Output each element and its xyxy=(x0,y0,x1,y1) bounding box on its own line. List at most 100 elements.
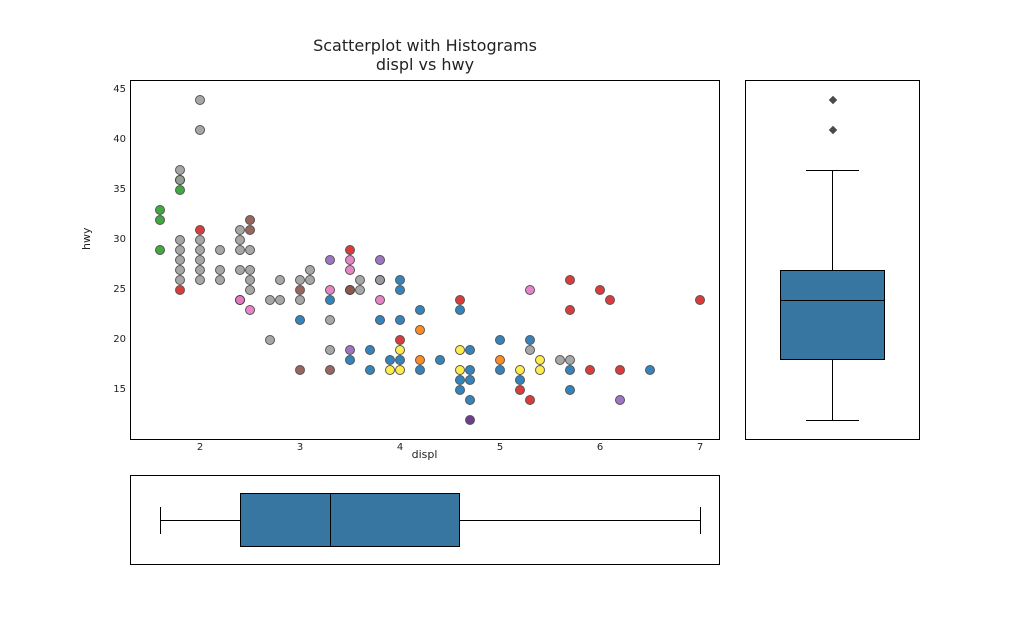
scatter-point xyxy=(535,365,545,375)
scatter-point xyxy=(235,245,245,255)
scatter-point xyxy=(195,235,205,245)
chart-title: Scatterplot with Histograms xyxy=(130,36,720,55)
scatter-point xyxy=(345,265,355,275)
scatter-point xyxy=(455,295,465,305)
scatter-point xyxy=(325,365,335,375)
scatter-point xyxy=(295,295,305,305)
scatter-point xyxy=(245,215,255,225)
scatter-point xyxy=(175,235,185,245)
scatter-point xyxy=(245,265,255,275)
scatter-point xyxy=(245,245,255,255)
scatter-point xyxy=(415,325,425,335)
scatter-point xyxy=(465,395,475,405)
scatter-point xyxy=(305,275,315,285)
scatter-point xyxy=(385,365,395,375)
scatter-point xyxy=(595,285,605,295)
scatter-point xyxy=(155,215,165,225)
scatter-point xyxy=(515,375,525,385)
scatter-point xyxy=(525,395,535,405)
scatter-point xyxy=(415,305,425,315)
scatter-point xyxy=(245,225,255,235)
x-tick: 3 xyxy=(285,442,315,453)
scatter-point xyxy=(395,345,405,355)
scatter-point xyxy=(195,275,205,285)
scatter-point xyxy=(565,355,575,365)
scatter-point xyxy=(155,205,165,215)
scatter-point xyxy=(565,275,575,285)
scatter-point xyxy=(175,285,185,295)
scatter-point xyxy=(345,345,355,355)
scatter-point xyxy=(275,275,285,285)
y-tick: 40 xyxy=(86,134,126,145)
box-hwy-cap xyxy=(806,170,859,171)
scatter-point xyxy=(605,295,615,305)
scatter-point xyxy=(265,295,275,305)
scatter-point xyxy=(385,355,395,365)
scatter-point xyxy=(455,385,465,395)
scatter-point xyxy=(565,365,575,375)
scatter-point xyxy=(175,255,185,265)
scatter-point xyxy=(585,365,595,375)
scatter-point xyxy=(245,305,255,315)
scatter-point xyxy=(525,285,535,295)
scatter-point xyxy=(325,345,335,355)
scatter-point xyxy=(515,365,525,375)
box-displ-whisker xyxy=(460,520,700,521)
box-displ-body xyxy=(240,493,460,547)
scatter-point xyxy=(565,305,575,315)
x-tick: 6 xyxy=(585,442,615,453)
scatter-point xyxy=(565,385,575,395)
scatter-point xyxy=(175,165,185,175)
scatter-point xyxy=(175,265,185,275)
scatter-point xyxy=(535,355,545,365)
box-hwy-median xyxy=(780,300,885,301)
scatter-point xyxy=(215,265,225,275)
scatter-point xyxy=(295,365,305,375)
y-tick: 45 xyxy=(86,84,126,95)
scatter-point xyxy=(175,275,185,285)
scatter-point xyxy=(355,275,365,285)
scatter-point xyxy=(155,245,165,255)
scatter-point xyxy=(615,395,625,405)
scatter-point xyxy=(465,375,475,385)
scatter-point xyxy=(375,255,385,265)
scatter-point xyxy=(395,285,405,295)
scatter-point xyxy=(175,175,185,185)
scatter-point xyxy=(515,385,525,395)
scatter-point xyxy=(415,355,425,365)
scatter-point xyxy=(195,125,205,135)
box-hwy-cap xyxy=(806,420,859,421)
scatter-point xyxy=(345,245,355,255)
scatter-point xyxy=(275,295,285,305)
scatter-point xyxy=(415,365,425,375)
scatter-point xyxy=(435,355,445,365)
scatter-point xyxy=(345,285,355,295)
box-hwy-body xyxy=(780,270,885,360)
scatter-point xyxy=(495,365,505,375)
scatter-point xyxy=(195,255,205,265)
chart-subtitle: displ vs hwy xyxy=(130,55,720,74)
scatter-point xyxy=(345,355,355,365)
scatter-point xyxy=(455,375,465,385)
figure: Scatterplot with Histograms displ vs hwy… xyxy=(0,0,1024,640)
scatter-point xyxy=(325,285,335,295)
scatter-point xyxy=(175,185,185,195)
scatter-point xyxy=(375,315,385,325)
scatter-point xyxy=(325,295,335,305)
scatter-panel xyxy=(130,80,720,440)
scatter-point xyxy=(215,275,225,285)
scatter-point xyxy=(455,305,465,315)
scatter-point xyxy=(215,245,225,255)
scatter-point xyxy=(195,245,205,255)
scatter-point xyxy=(195,265,205,275)
scatter-point xyxy=(195,225,205,235)
scatter-point xyxy=(525,345,535,355)
scatter-point xyxy=(245,285,255,295)
scatter-point xyxy=(235,295,245,305)
scatter-point xyxy=(235,235,245,245)
scatter-point xyxy=(465,345,475,355)
box-displ-cap xyxy=(160,507,161,534)
scatter-point xyxy=(355,285,365,295)
box-displ-median xyxy=(330,493,331,547)
scatter-point xyxy=(395,275,405,285)
